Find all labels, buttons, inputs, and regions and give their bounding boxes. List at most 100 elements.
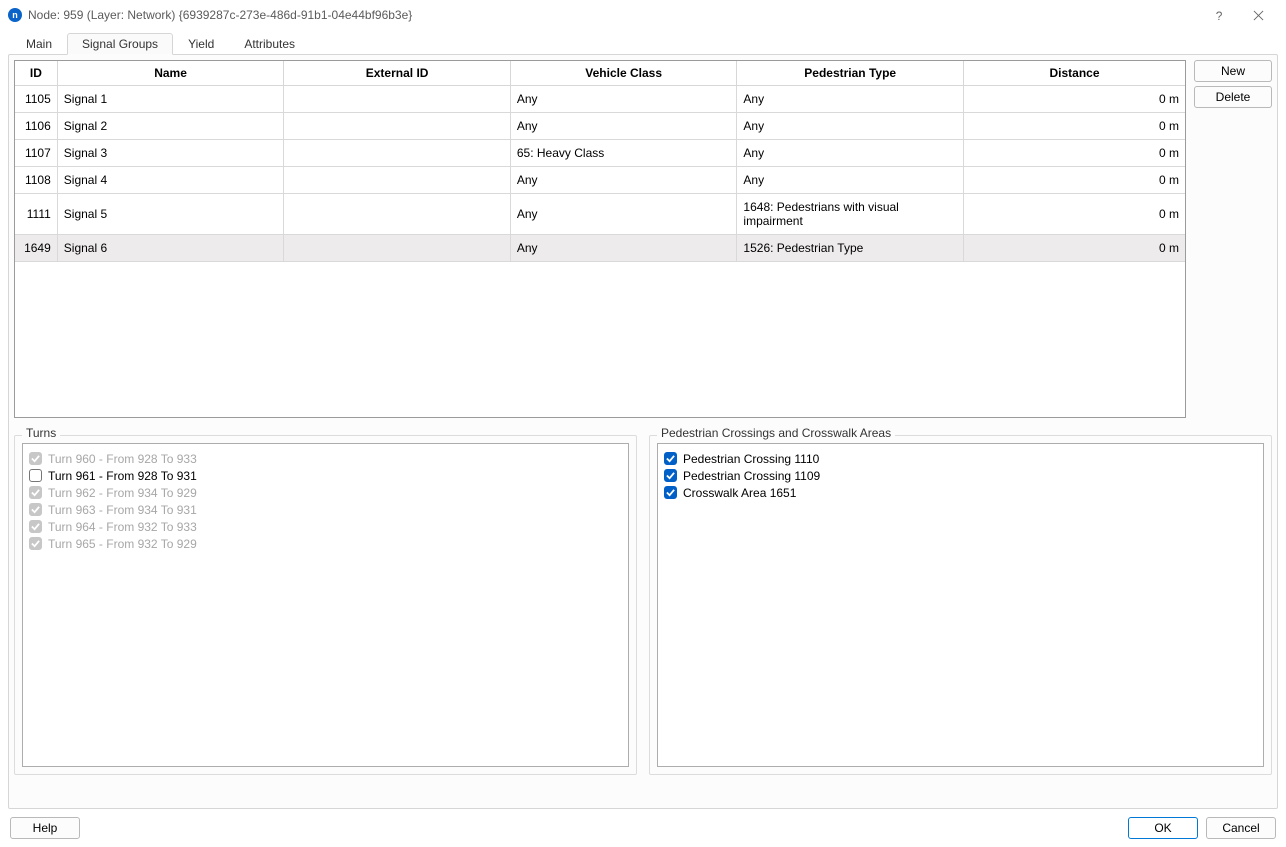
cell-ext[interactable]	[284, 194, 511, 235]
col-header[interactable]: Vehicle Class	[510, 61, 737, 86]
cell-ptype[interactable]: Any	[737, 113, 964, 140]
cell-ptype[interactable]: Any	[737, 167, 964, 194]
col-header[interactable]: ID	[15, 61, 57, 86]
tab-page-signal-groups: IDNameExternal IDVehicle ClassPedestrian…	[8, 54, 1278, 809]
cell-dist[interactable]: 0 m	[963, 167, 1185, 194]
cell-name[interactable]: Signal 3	[57, 140, 284, 167]
checkbox-icon[interactable]	[664, 469, 677, 482]
cell-id[interactable]: 1108	[15, 167, 57, 194]
titlebar: n Node: 959 (Layer: Network) {6939287c-2…	[0, 0, 1286, 30]
turns-group-label: Turns	[22, 426, 60, 440]
signal-table-wrap: IDNameExternal IDVehicle ClassPedestrian…	[14, 60, 1186, 418]
table-row[interactable]: 1111Signal 5 Any1648: Pedestrians with vi…	[15, 194, 1185, 235]
cell-dist[interactable]: 0 m	[963, 140, 1185, 167]
svg-text:?: ?	[1215, 10, 1222, 21]
table-row[interactable]: 1105Signal 1AnyAny0 m	[15, 86, 1185, 113]
cell-name[interactable]: Signal 1	[57, 86, 284, 113]
delete-button[interactable]: Delete	[1194, 86, 1272, 108]
tab-signal-groups[interactable]: Signal Groups	[67, 33, 173, 55]
pedestrian-item[interactable]: Pedestrian Crossing 1110	[664, 450, 1257, 467]
pedestrian-item[interactable]: Crosswalk Area 1651	[664, 484, 1257, 501]
cell-dist[interactable]: 0 m	[963, 194, 1185, 235]
checkbox-label: Pedestrian Crossing 1110	[683, 452, 819, 466]
checkbox-icon	[29, 452, 42, 465]
help-icon[interactable]: ?	[1198, 1, 1238, 29]
cell-dist[interactable]: 0 m	[963, 86, 1185, 113]
tab-main[interactable]: Main	[11, 33, 67, 55]
cell-ptype[interactable]: 1648: Pedestrians with visual impairment	[737, 194, 964, 235]
app-icon-letter: n	[12, 8, 18, 22]
checkbox-label: Turn 965 - From 932 To 929	[48, 537, 197, 551]
cell-ext[interactable]	[284, 167, 511, 194]
checkbox-icon	[29, 503, 42, 516]
checkbox-label: Turn 963 - From 934 To 931	[48, 503, 197, 517]
dialog-button-bar: Help OK Cancel	[8, 809, 1278, 839]
pedestrian-item[interactable]: Pedestrian Crossing 1109	[664, 467, 1257, 484]
cell-ext[interactable]	[284, 235, 511, 262]
cell-name[interactable]: Signal 2	[57, 113, 284, 140]
signal-table[interactable]: IDNameExternal IDVehicle ClassPedestrian…	[15, 61, 1185, 262]
table-row[interactable]: 1649Signal 6 Any1526: Pedestrian Type0 m	[15, 235, 1185, 262]
cell-name[interactable]: Signal 4	[57, 167, 284, 194]
checkbox-icon	[29, 520, 42, 533]
turns-item: Turn 965 - From 932 To 929	[29, 535, 622, 552]
cell-vclass[interactable]: Any	[510, 235, 737, 262]
window-title: Node: 959 (Layer: Network) {6939287c-273…	[28, 8, 1198, 22]
cell-ptype[interactable]: 1526: Pedestrian Type	[737, 235, 964, 262]
table-row[interactable]: 1108Signal 4AnyAny0 m	[15, 167, 1185, 194]
checkbox-label: Turn 960 - From 928 To 933	[48, 452, 197, 466]
cell-ptype[interactable]: Any	[737, 86, 964, 113]
signal-groups-upper: IDNameExternal IDVehicle ClassPedestrian…	[14, 60, 1272, 418]
tab-yield[interactable]: Yield	[173, 33, 229, 55]
cell-vclass[interactable]: 65: Heavy Class	[510, 140, 737, 167]
cell-name[interactable]: Signal 5	[57, 194, 284, 235]
checkbox-icon[interactable]	[664, 486, 677, 499]
checkbox-icon	[29, 537, 42, 550]
table-row[interactable]: 1107Signal 3 65: Heavy ClassAny0 m	[15, 140, 1185, 167]
tab-strip: MainSignal GroupsYieldAttributes	[11, 32, 1278, 54]
col-header[interactable]: Pedestrian Type	[737, 61, 964, 86]
ok-button[interactable]: OK	[1128, 817, 1198, 839]
turns-item[interactable]: Turn 961 - From 928 To 931	[29, 467, 622, 484]
new-button[interactable]: New	[1194, 60, 1272, 82]
cell-ext[interactable]	[284, 140, 511, 167]
app-icon: n	[8, 8, 22, 22]
cancel-button[interactable]: Cancel	[1206, 817, 1276, 839]
cell-id[interactable]: 1106	[15, 113, 57, 140]
pedestrian-group: Pedestrian Crossings and Crosswalk Areas…	[649, 428, 1272, 803]
cell-vclass[interactable]: Any	[510, 194, 737, 235]
close-icon[interactable]	[1238, 1, 1278, 29]
cell-dist[interactable]: 0 m	[963, 113, 1185, 140]
checkbox-icon[interactable]	[664, 452, 677, 465]
turns-item: Turn 963 - From 934 To 931	[29, 501, 622, 518]
cell-id[interactable]: 1111	[15, 194, 57, 235]
checkbox-icon[interactable]	[29, 469, 42, 482]
cell-id[interactable]: 1107	[15, 140, 57, 167]
cell-name[interactable]: Signal 6	[57, 235, 284, 262]
table-row[interactable]: 1106Signal 2AnyAny0 m	[15, 113, 1185, 140]
checkbox-icon	[29, 486, 42, 499]
cell-vclass[interactable]: Any	[510, 167, 737, 194]
col-header[interactable]: External ID	[284, 61, 511, 86]
cell-id[interactable]: 1105	[15, 86, 57, 113]
turns-group: Turns Turn 960 - From 928 To 933Turn 961…	[14, 428, 637, 803]
cell-id[interactable]: 1649	[15, 235, 57, 262]
cell-dist[interactable]: 0 m	[963, 235, 1185, 262]
pedestrian-listbox[interactable]: Pedestrian Crossing 1110Pedestrian Cross…	[657, 443, 1264, 767]
cell-ext[interactable]	[284, 86, 511, 113]
cell-vclass[interactable]: Any	[510, 86, 737, 113]
col-header[interactable]: Distance	[963, 61, 1185, 86]
turns-item: Turn 962 - From 934 To 929	[29, 484, 622, 501]
checkbox-label: Turn 964 - From 932 To 933	[48, 520, 197, 534]
help-button[interactable]: Help	[10, 817, 80, 839]
cell-ext[interactable]	[284, 113, 511, 140]
checkbox-label: Turn 962 - From 934 To 929	[48, 486, 197, 500]
cell-vclass[interactable]: Any	[510, 113, 737, 140]
cell-ptype[interactable]: Any	[737, 140, 964, 167]
turns-item: Turn 960 - From 928 To 933	[29, 450, 622, 467]
tab-attributes[interactable]: Attributes	[229, 33, 310, 55]
pedestrian-group-label: Pedestrian Crossings and Crosswalk Areas	[657, 426, 895, 440]
col-header[interactable]: Name	[57, 61, 284, 86]
lower-groups: Turns Turn 960 - From 928 To 933Turn 961…	[14, 428, 1272, 803]
turns-listbox[interactable]: Turn 960 - From 928 To 933Turn 961 - Fro…	[22, 443, 629, 767]
